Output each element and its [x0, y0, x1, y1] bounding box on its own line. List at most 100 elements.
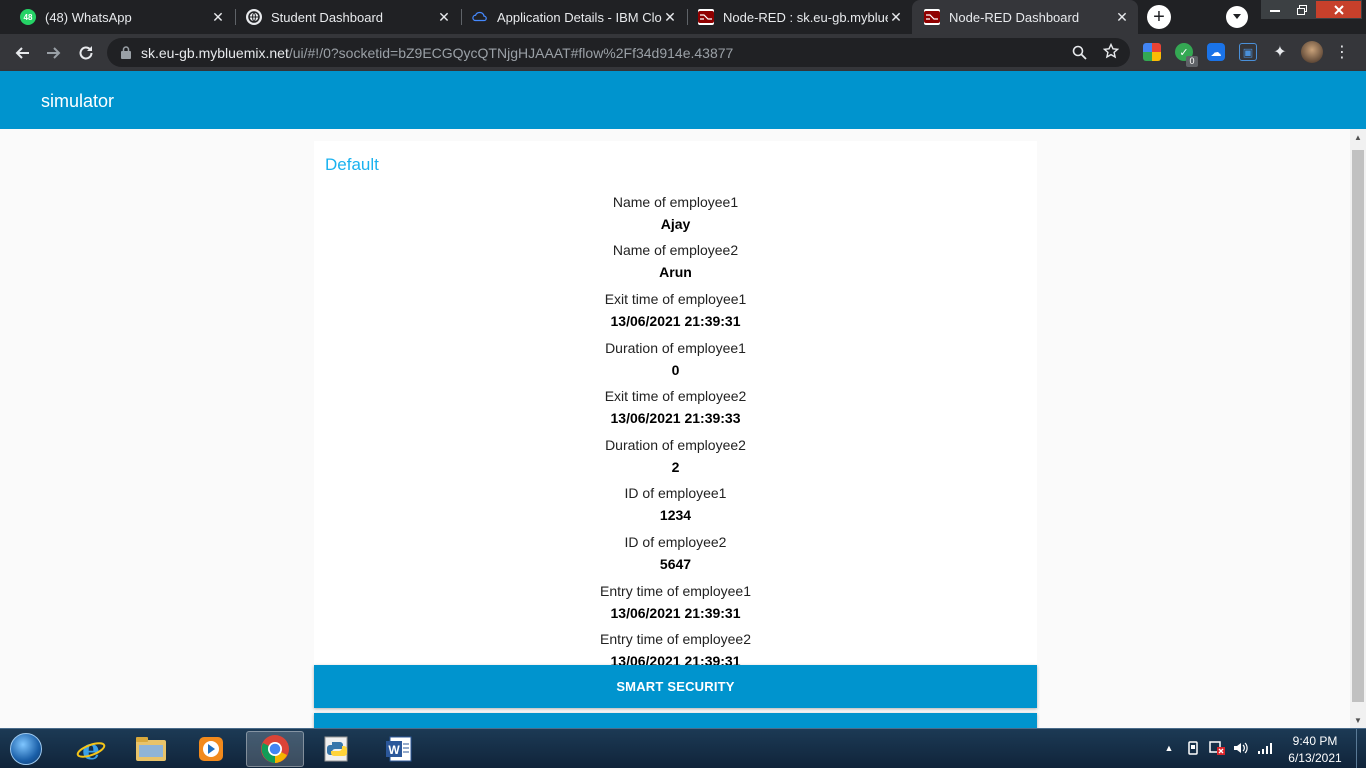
tab-search-icon[interactable] [1226, 6, 1248, 28]
widget-label: Entry time of employee1 [600, 583, 751, 599]
text-widget: Duration of employee1 0 [314, 337, 1037, 381]
menu-dots-icon[interactable]: ⋮ [1333, 43, 1351, 61]
tab-title: (48) WhatsApp [45, 9, 132, 25]
python-icon[interactable] [308, 731, 366, 767]
start-button[interactable] [4, 730, 48, 768]
close-icon[interactable]: ✕ [436, 9, 452, 25]
widget-label: Entry time of employee2 [600, 631, 751, 647]
close-icon[interactable]: ✕ [210, 9, 226, 25]
widget-value: 1234 [659, 507, 692, 523]
widget-label: Exit time of employee2 [604, 388, 747, 404]
widget-label: Exit time of employee1 [604, 291, 747, 307]
widget-value: 5647 [659, 556, 692, 572]
clock-date: 6/13/2021 [1288, 751, 1342, 765]
widget-label: ID of employee1 [624, 485, 727, 501]
bookmark-star-icon[interactable] [1103, 43, 1119, 59]
show-desktop-button[interactable] [1356, 729, 1366, 768]
screen-extension-icon[interactable]: ▣ [1239, 43, 1257, 61]
tab-title: Student Dashboard [271, 9, 384, 25]
whatsapp-icon: 48 [20, 9, 36, 25]
zoom-icon[interactable] [1071, 44, 1087, 60]
scroll-down-arrow-icon[interactable]: ▼ [1350, 712, 1366, 728]
dashboard-content: Default Name of employee1 Ajay Name of e… [0, 129, 1350, 728]
tab-node-red-dashboard[interactable]: Node-RED Dashboard ✕ [912, 0, 1138, 34]
close-icon[interactable]: ✕ [1114, 9, 1130, 25]
restore-window-icon[interactable] [1288, 0, 1315, 19]
svg-text:W: W [388, 743, 400, 757]
forward-icon[interactable] [41, 40, 67, 66]
tab-ibm-cloud[interactable]: Application Details - IBM Cloud ✕ [460, 0, 686, 34]
ibm-cloud-icon [472, 9, 488, 25]
text-widget: Name of employee2 Arun [314, 239, 1037, 283]
tab-whatsapp[interactable]: 48 (48) WhatsApp ✕ [8, 0, 234, 34]
windows-logo-icon [10, 733, 42, 765]
widget-label: ID of employee2 [624, 534, 727, 550]
tab-title: Application Details - IBM Cloud [497, 9, 662, 25]
new-tab-button[interactable]: + [1147, 5, 1171, 29]
globe-icon [246, 9, 262, 25]
color-extension-icon[interactable] [1143, 43, 1161, 61]
node-red-icon [924, 9, 940, 25]
scroll-up-arrow-icon[interactable]: ▲ [1350, 129, 1366, 145]
text-widget: Exit time of employee2 13/06/2021 21:39:… [314, 385, 1037, 429]
cloud-extension-icon[interactable]: ☁ [1207, 43, 1225, 61]
widget-value: 13/06/2021 21:39:31 [610, 605, 741, 621]
text-widget: Entry time of employee1 13/06/2021 21:39… [314, 580, 1037, 624]
url-text: sk.eu-gb.mybluemix.net/ui/#!/0?socketid=… [141, 45, 733, 61]
extensions-puzzle-icon[interactable]: ✦ [1271, 43, 1289, 61]
profile-avatar[interactable] [1301, 41, 1323, 63]
widget-value: 0 [671, 362, 680, 378]
close-icon[interactable]: ✕ [662, 9, 678, 25]
second-button[interactable] [314, 713, 1037, 728]
address-bar[interactable]: sk.eu-gb.mybluemix.net/ui/#!/0?socketid=… [107, 38, 1130, 67]
group-card-default: Default Name of employee1 Ajay Name of e… [314, 141, 1037, 669]
group-title: Default [325, 155, 379, 174]
dashboard-header: simulator [0, 71, 1366, 129]
text-widget: ID of employee1 1234 [314, 482, 1037, 526]
node-red-icon [698, 9, 714, 25]
widget-label: Name of employee2 [612, 242, 739, 258]
browser-tab-strip: 48 (48) WhatsApp ✕ Student Dashboard ✕ A… [0, 0, 1366, 34]
url-host: sk.eu-gb.mybluemix.net [141, 44, 289, 61]
system-clock[interactable]: 9:40 PM 6/13/2021 [1280, 733, 1350, 767]
widget-label: Name of employee1 [612, 194, 739, 210]
tab-student-dashboard[interactable]: Student Dashboard ✕ [234, 0, 460, 34]
clock-time: 9:40 PM [1292, 734, 1338, 748]
widget-label: Duration of employee1 [605, 340, 746, 356]
widget-value: 13/06/2021 21:39:31 [610, 313, 741, 329]
reload-icon[interactable] [73, 40, 99, 66]
text-widget: Duration of employee2 2 [314, 434, 1037, 478]
svg-text:e: e [82, 734, 100, 764]
extension-badge: 0 [1186, 56, 1198, 67]
widget-value: 13/06/2021 21:39:33 [610, 410, 741, 426]
smart-security-button[interactable]: SMART SECURITY [314, 665, 1037, 708]
scroll-thumb[interactable] [1352, 150, 1364, 702]
word-icon[interactable]: W [370, 731, 428, 767]
tab-title: Node-RED : sk.eu-gb.mybluemix.net [723, 9, 888, 25]
network-error-icon[interactable] [1209, 740, 1225, 756]
url-path: /ui/#!/0?socketid=bZ9ECGQycQTNjgHJAAAT#f… [288, 44, 734, 61]
device-icon[interactable] [1185, 740, 1201, 756]
text-widget: Exit time of employee1 13/06/2021 21:39:… [314, 288, 1037, 332]
chrome-icon[interactable] [246, 731, 304, 767]
widget-label: Duration of employee2 [605, 437, 746, 453]
widget-value: Arun [659, 264, 692, 280]
text-widget: Name of employee1 Ajay [314, 191, 1037, 235]
minimize-window-icon[interactable] [1261, 0, 1288, 19]
close-icon[interactable]: ✕ [888, 9, 904, 25]
volume-icon[interactable] [1233, 740, 1249, 756]
file-explorer-icon[interactable] [122, 731, 180, 767]
tab-node-red-editor[interactable]: Node-RED : sk.eu-gb.mybluemix.net ✕ [686, 0, 912, 34]
widget-value: Ajay [660, 216, 691, 232]
internet-explorer-icon[interactable]: e [62, 731, 120, 767]
media-player-icon[interactable] [182, 731, 240, 767]
close-window-icon[interactable] [1315, 0, 1362, 19]
browser-toolbar: sk.eu-gb.mybluemix.net/ui/#!/0?socketid=… [0, 34, 1366, 71]
back-icon[interactable] [9, 40, 35, 66]
show-hidden-icons-icon[interactable]: ▲ [1161, 740, 1177, 756]
text-widget: ID of employee2 5647 [314, 531, 1037, 575]
page-title: simulator [41, 91, 115, 111]
signal-icon[interactable] [1257, 740, 1273, 756]
lock-icon[interactable] [119, 46, 133, 60]
vertical-scrollbar[interactable]: ▲ ▼ [1350, 129, 1366, 728]
